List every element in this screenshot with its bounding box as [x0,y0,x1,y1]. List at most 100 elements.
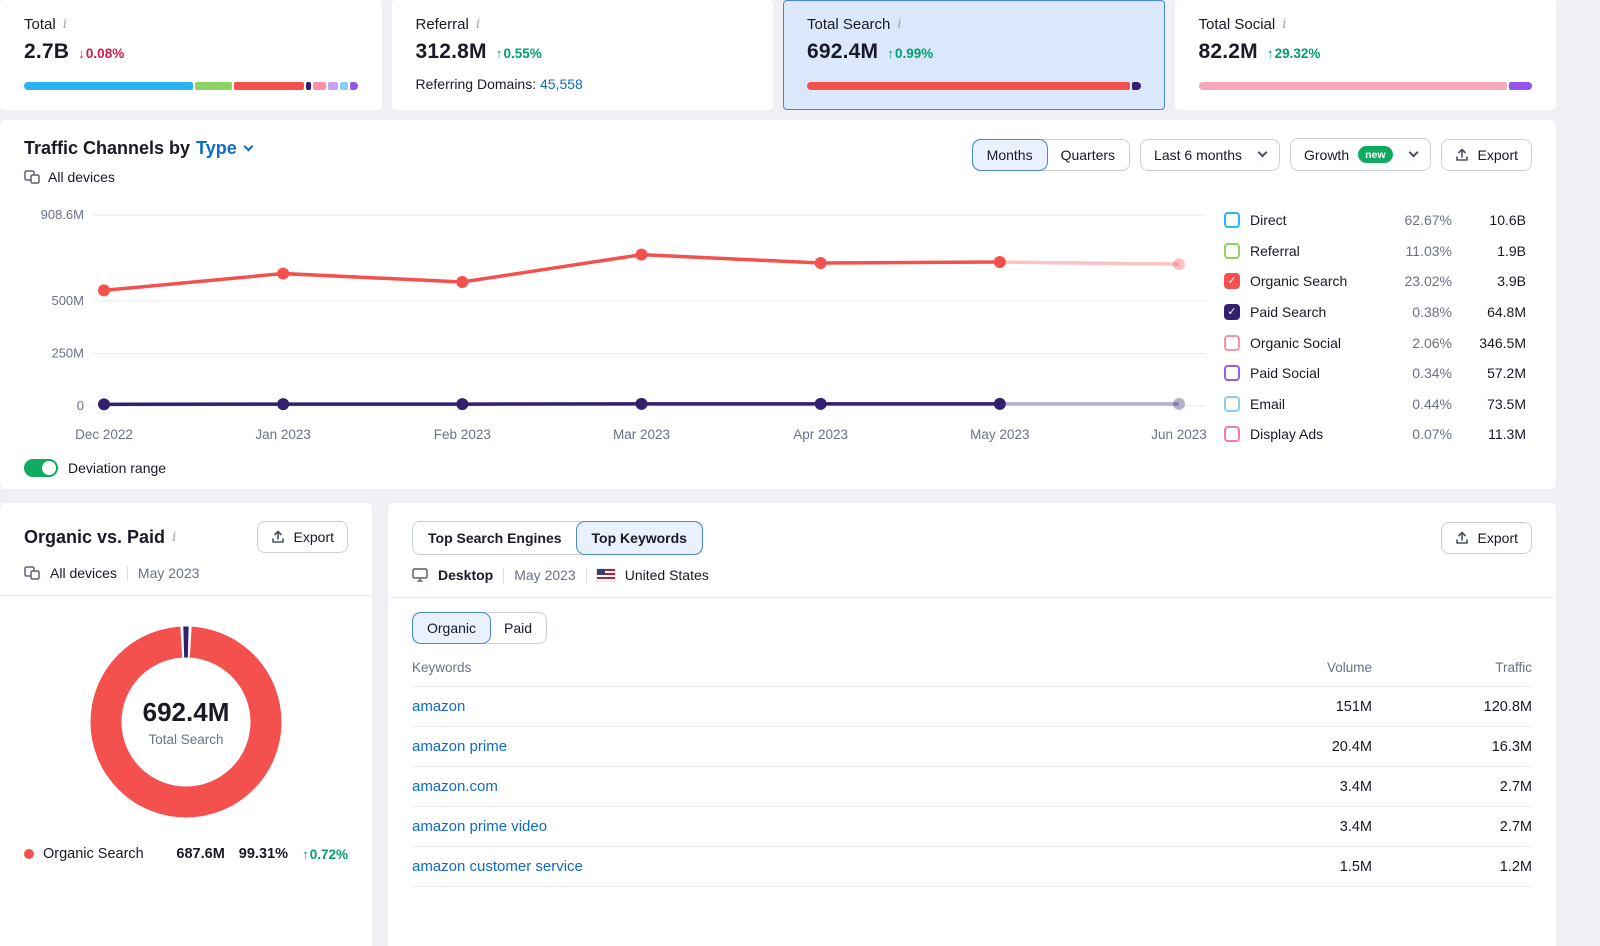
legend-row-organic-social[interactable]: Organic Social 2.06% 346.5M [1224,327,1526,358]
legend-row-direct[interactable]: Direct 62.67% 10.6B [1224,205,1526,236]
legend-label: Paid Search [1250,304,1327,321]
donut-center-label: Total Search [148,732,224,747]
paid-filter-tab[interactable]: Paid [490,613,546,643]
legend-row-display-ads[interactable]: Display Ads 0.07% 11.3M [1224,419,1526,450]
export-button[interactable]: Export [1440,138,1532,171]
card-title: Referral [415,16,469,33]
info-icon[interactable]: i [172,531,176,544]
legend-checkbox[interactable] [1224,212,1240,229]
keyword-link[interactable]: amazon prime [412,738,1202,755]
legend-checkbox[interactable] [1224,334,1240,351]
legend-percent: 99.31% [238,846,288,862]
legend-row-paid-social[interactable]: Paid Social 0.34% 57.2M [1224,358,1526,389]
down-arrow-icon: ↓ [78,46,85,61]
traffic-cell: 2.7M [1499,818,1532,835]
new-badge: new [1358,146,1393,163]
channel-distribution-bar [24,82,358,90]
tab-top-keywords[interactable]: Top Keywords [575,521,703,555]
keyword-link[interactable]: amazon customer service [412,858,1202,875]
export-button[interactable]: Export [256,521,348,553]
country-label: United States [624,567,709,583]
keywords-table-body: amazon 151M 120.8M amazon prime 20.4M 16.3M am… [412,687,1532,887]
deviation-range-toggle[interactable] [24,459,58,477]
card-total[interactable]: Total i 2.7B ↓ 0.08% [0,0,382,110]
donut-chart: 692.4M Total Search [88,624,284,820]
legend-row-email[interactable]: Email 0.44% 73.5M [1224,389,1526,420]
export-icon [271,530,284,543]
card-title: Total Search [807,16,891,33]
legend-percent: 0.34% [1412,365,1452,382]
keyword-link[interactable]: amazon.com [412,778,1202,795]
tab-top-search-engines[interactable]: Top Search Engines [413,522,577,554]
period-toggle: Months Quarters [971,138,1131,171]
card-total-social[interactable]: Total Social i 82.2M ↑ 29.32% [1174,0,1556,110]
card-referral[interactable]: Referral i 312.8M ↑ 0.55% Referring Domai… [391,0,773,110]
bar-segment-paid-social [1508,82,1532,90]
date-range-dropdown[interactable]: Last 6 months [1140,138,1280,171]
legend-value: 11.3M [1488,426,1526,443]
legend-percent: 62.67% [1404,212,1452,229]
months-toggle[interactable]: Months [971,138,1048,171]
quarters-toggle[interactable]: Quarters [1047,140,1129,170]
info-icon[interactable]: i [1282,18,1286,31]
chevron-down-icon [1408,147,1418,158]
legend-checkbox[interactable] [1224,365,1240,382]
up-arrow-icon: ↑ [495,46,503,61]
card-total-search[interactable]: Total Search i 692.4M ↑ 0.99% [783,0,1165,110]
legend-checkbox[interactable] [1224,242,1240,259]
legend-value: 64.8M [1487,304,1526,321]
svg-text:Dec 2022: Dec 2022 [75,427,133,442]
card-change: ↓ 0.08% [78,46,125,61]
referring-domains-link[interactable]: 45,558 [540,76,583,92]
up-arrow-icon: ↑ [887,46,894,61]
legend-row-organic-search[interactable]: ✓ Organic Search 23.02% 3.9B [1224,266,1526,297]
bar-segment-display-ads [349,82,358,90]
keyword-row-amazon-prime-video: amazon prime video 3.4M 2.7M [412,807,1532,847]
keyword-link[interactable]: amazon [412,698,1202,715]
organic-filter-tab[interactable]: Organic [411,612,492,644]
card-value: 692.4M [807,40,879,63]
legend-percent: 0.38% [1412,304,1452,321]
donut-center: 692.4M Total Search [88,624,284,820]
legend-checkbox[interactable]: ✓ [1224,273,1240,290]
info-icon[interactable]: i [476,18,480,31]
referring-domains-label: Referring Domains: [415,76,537,92]
keyword-row-amazon: amazon 151M 120.8M [412,687,1532,727]
svg-text:Mar 2023: Mar 2023 [613,427,670,442]
growth-dropdown[interactable]: Growth new [1289,138,1431,171]
bar-segment-paid-social [327,82,338,90]
devices-label: All devices [48,169,115,185]
organic-paid-filter: Organic Paid [411,612,548,644]
legend-checkbox[interactable] [1224,426,1240,443]
legend-checkbox[interactable] [1224,395,1240,412]
organic-search-legend-row[interactable]: Organic Search 687.6M 99.31% ↑ 0.72% [24,846,348,862]
svg-text:250M: 250M [51,345,84,360]
channels-legend: Direct 62.67% 10.6B Referral 11.03% 1.9B ✓ Orga… [1224,199,1526,451]
legend-label: Organic Search [1250,273,1348,290]
traffic-cell: 120.8M [1483,698,1532,715]
bar-segment-email [339,82,348,90]
us-flag-icon [596,569,615,581]
panel-title: Organic vs. Paid [24,526,166,547]
divider [503,567,505,583]
legend-value: 57.2M [1487,365,1526,382]
svg-text:0: 0 [77,398,84,413]
volume-cell: 1.5M [1339,858,1372,875]
type-dropdown[interactable]: Type [196,138,254,159]
svg-text:Jun 2023: Jun 2023 [1151,427,1207,442]
info-icon[interactable]: i [897,18,901,31]
export-button[interactable]: Export [1440,522,1532,554]
legend-label: Paid Social [1250,365,1321,382]
bar-segment-direct [24,82,194,90]
organic-vs-paid-panel: Organic vs. Paid i Export All devices Ma… [0,503,372,946]
legend-checkbox[interactable]: ✓ [1224,304,1240,321]
divider [126,565,128,581]
divider [585,567,587,583]
keyword-link[interactable]: amazon prime video [412,818,1202,835]
info-icon[interactable]: i [63,18,67,31]
legend-label: Organic Search [43,846,144,862]
legend-row-paid-search[interactable]: ✓ Paid Search 0.38% 64.8M [1224,297,1526,328]
legend-row-referral[interactable]: Referral 11.03% 1.9B [1224,236,1526,267]
legend-value: 10.6B [1489,212,1526,229]
svg-text:500M: 500M [51,293,84,308]
